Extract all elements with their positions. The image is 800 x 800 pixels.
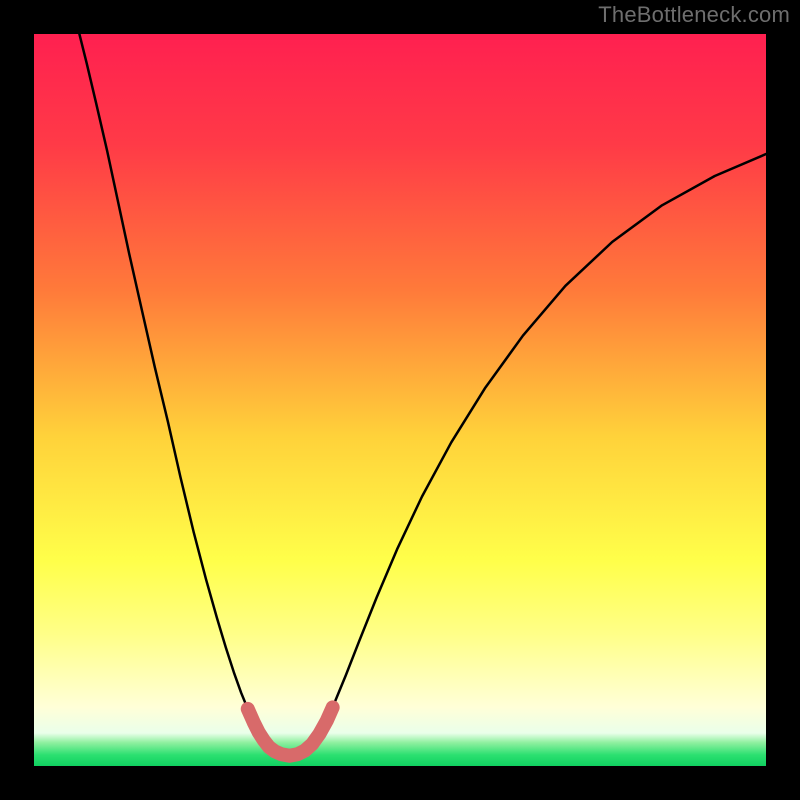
gradient-background	[34, 34, 766, 766]
chart-frame: TheBottleneck.com	[0, 0, 800, 800]
bottleneck-chart	[34, 34, 766, 766]
watermark-text: TheBottleneck.com	[598, 2, 790, 28]
